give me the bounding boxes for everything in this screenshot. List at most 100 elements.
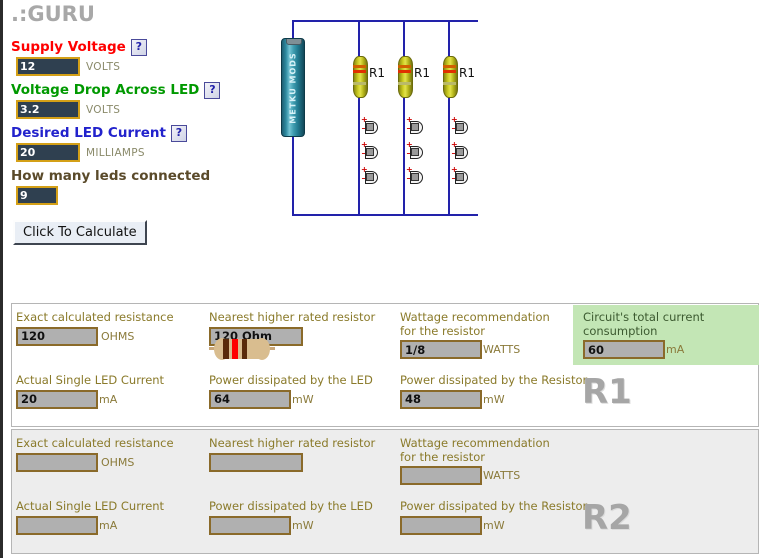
resistor-color-code-image: [209, 336, 275, 362]
battery-brand-text: METKU MODS: [288, 51, 298, 124]
resistor-label-branch3: R1: [459, 66, 475, 80]
led-current-value-r2[interactable]: [16, 515, 98, 535]
row-nearest-resistor-r2: [209, 452, 375, 472]
led-power-value-r1[interactable]: [209, 389, 291, 409]
circuit-diagram: METKU MODS R1 + − + − + −: [268, 12, 498, 227]
calculate-button[interactable]: Click To Calculate: [13, 220, 147, 245]
unit-resistor-power-r2: mW: [483, 518, 505, 532]
resistor-r1-branch3: [443, 56, 458, 98]
wire-battery-top: [292, 20, 294, 40]
row-exact-resistance-r2: OHMS: [16, 452, 174, 472]
label-led-power-r2: Power dissipated by the LED: [209, 499, 373, 513]
supply-voltage-input[interactable]: [16, 57, 80, 76]
label-led-current-r2: Actual Single LED Current: [16, 499, 165, 513]
cell-led-current-r1: Actual Single LED Current mA: [16, 373, 165, 409]
led-b3-2: + −: [451, 141, 471, 159]
help-icon-voltage-drop-led[interactable]: ?: [204, 81, 221, 99]
row-led-power-r2: mW: [209, 515, 373, 535]
label-resistor-power-r2: Power dissipated by the Resistor: [400, 499, 588, 513]
row-led-current-r1: mA: [16, 389, 164, 409]
cell-resistor-power-r1: Power dissipated by the Resistor mW: [400, 373, 588, 409]
unit-led-power-r2: mW: [292, 518, 314, 532]
wattage-value-r1[interactable]: [400, 340, 482, 359]
resistor-band-2: [443, 70, 456, 73]
unit-resistor-power-r1: mW: [483, 392, 505, 406]
cell-exact-resistance-r1: Exact calculated resistance OHMS: [16, 310, 174, 346]
led-b1-3: + −: [361, 166, 381, 184]
wire-branch2-top: [403, 20, 405, 56]
row-wattage-r2: WATTS: [400, 466, 552, 485]
unit-total-current: mA: [666, 343, 685, 356]
led-current-value-r1[interactable]: [16, 389, 98, 409]
cell-led-current-r2: Actual Single LED Current mA: [16, 499, 165, 535]
led-chip: [366, 123, 374, 131]
field-row-leds-connected: [16, 186, 261, 205]
voltage-drop-led-input[interactable]: [16, 100, 80, 119]
field-row-desired-led-current: MILLIAMPS: [16, 143, 261, 162]
nearest-resistor-value-r2[interactable]: [209, 452, 303, 472]
unit-wattage-r1: WATTS: [483, 343, 521, 356]
wire-branch2-bottom: [403, 98, 405, 216]
resistor-label-branch2: R1: [414, 66, 430, 80]
resistor-band-1: [398, 65, 411, 68]
led-chip: [456, 173, 464, 181]
cell-exact-resistance-r2: Exact calculated resistance OHMS: [16, 436, 174, 472]
label-led-current-r1: Actual Single LED Current: [16, 373, 165, 387]
cell-wattage-r1: Wattage recommendation for the resistor …: [400, 310, 552, 359]
row-total-current: mA: [583, 340, 759, 359]
resistor-r1-branch1: [353, 56, 368, 98]
led-chip: [366, 148, 374, 156]
label-led-power-r1: Power dissipated by the LED: [209, 373, 373, 387]
field-row-supply-voltage: VOLTS: [16, 57, 261, 76]
exact-resistance-value-r2[interactable]: [16, 452, 98, 472]
resistor-band-brown-1: [223, 339, 229, 359]
unit-led-current-r1: mA: [99, 392, 118, 406]
resistor-band-2: [398, 70, 411, 73]
led-b3-3: + −: [451, 166, 471, 184]
unit-led-power-r1: mW: [292, 392, 314, 406]
wire-battery-bottom: [292, 132, 294, 216]
battery: METKU MODS: [281, 38, 305, 137]
desired-led-current-input[interactable]: [16, 143, 80, 162]
battery-terminal-cap: [286, 39, 302, 45]
label-desired-led-current: Desired LED Current ?: [11, 124, 261, 142]
resistor-power-value-r1[interactable]: [400, 389, 482, 409]
page-root: .:GURU Supply Voltage ? VOLTS Voltage Dr…: [0, 0, 760, 558]
label-wattage-r2: Wattage recommendation for the resistor: [400, 436, 550, 464]
row-resistor-power-r2: mW: [400, 515, 587, 535]
wattage-value-r2[interactable]: [400, 466, 482, 485]
cell-nearest-resistor-r2: Nearest higher rated resistor: [209, 436, 375, 472]
unit-wattage-r2: WATTS: [483, 469, 521, 482]
label-leds-connected-text: How many leds connected: [11, 168, 211, 184]
resistor-band-3: [443, 82, 456, 85]
resistor-power-value-r2[interactable]: [400, 515, 482, 535]
wire-branch1-bottom: [358, 98, 360, 216]
led-chip: [411, 173, 419, 181]
led-chip: [411, 123, 419, 131]
leds-connected-input[interactable]: [16, 186, 58, 205]
label-desired-led-current-text: Desired LED Current: [11, 125, 166, 141]
led-power-value-r2[interactable]: [209, 515, 291, 535]
cell-led-power-r2: Power dissipated by the LED mW: [209, 499, 373, 535]
total-current-value[interactable]: [583, 340, 665, 359]
resistor-band-3: [353, 82, 366, 85]
resistor-band-1: [353, 65, 366, 68]
unit-exact-resistance-r2: OHMS: [101, 455, 135, 469]
unit-voltage-drop-led: VOLTS: [86, 103, 121, 116]
results-panel-r2: Exact calculated resistance OHMS Nearest…: [11, 429, 759, 554]
label-exact-resistance-r2: Exact calculated resistance: [16, 436, 174, 450]
wire-branch3-top: [448, 20, 450, 56]
help-icon-desired-led-current[interactable]: ?: [171, 124, 187, 142]
unit-supply-voltage: VOLTS: [86, 60, 121, 73]
help-icon-supply-voltage[interactable]: ?: [130, 38, 147, 56]
total-current-highlight: Circuit's total current consumption mA: [573, 305, 759, 365]
led-chip: [456, 123, 464, 131]
exact-resistance-value-r1[interactable]: [16, 326, 98, 346]
resistor-band-3: [398, 82, 411, 85]
resistor-label-branch1: R1: [369, 66, 385, 80]
label-resistor-power-r1: Power dissipated by the Resistor: [400, 373, 588, 387]
led-b2-2: + −: [406, 141, 426, 159]
label-voltage-drop-led: Voltage Drop Across LED ?: [11, 81, 261, 99]
resistor-group-label-r1: R1: [582, 372, 632, 412]
resistor-group-label-r2: R2: [582, 498, 632, 538]
